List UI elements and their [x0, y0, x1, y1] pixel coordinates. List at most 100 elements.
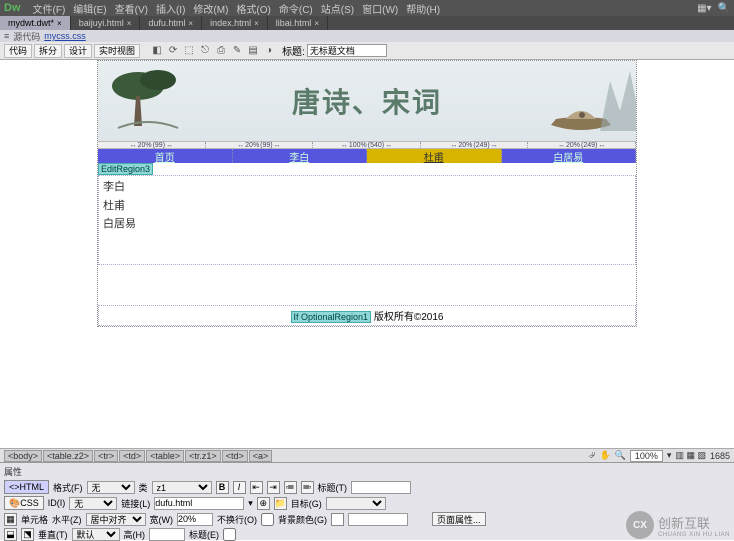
- horz-label: 水平(Z): [52, 513, 82, 526]
- editable-region-tag[interactable]: EditRegion3: [98, 163, 153, 175]
- horz-select[interactable]: 居中对齐: [86, 513, 146, 526]
- menu-help[interactable]: 帮助(H): [406, 1, 440, 16]
- nav-libai[interactable]: 李白: [233, 149, 368, 163]
- close-icon[interactable]: ×: [57, 19, 62, 28]
- header-cell-checkbox[interactable]: [223, 528, 236, 541]
- layout-icon[interactable]: ▦▾: [697, 3, 711, 14]
- mode-css-button[interactable]: 🎨 CSS: [4, 496, 44, 510]
- search-icon[interactable]: 🔍: [718, 3, 730, 14]
- menu-command[interactable]: 命令(C): [279, 1, 313, 16]
- tag-crumb[interactable]: <table>: [146, 450, 184, 462]
- cell-icon[interactable]: ▦: [4, 513, 17, 526]
- view-split-button[interactable]: 拆分: [34, 44, 62, 58]
- nav-home[interactable]: 首页: [98, 149, 233, 163]
- merge-icon[interactable]: ⬓: [4, 528, 17, 541]
- nav-dufu[interactable]: 杜甫: [367, 149, 502, 163]
- hand-tool-icon[interactable]: ✋: [599, 450, 610, 461]
- banner-title: 唐诗、宋词: [292, 81, 442, 121]
- format-select[interactable]: 无: [87, 481, 135, 494]
- menu-format[interactable]: 格式(O): [236, 1, 270, 16]
- nav-baijuyi[interactable]: 白居易: [502, 149, 637, 163]
- close-icon[interactable]: ×: [254, 19, 259, 28]
- bold-button[interactable]: B: [216, 481, 229, 494]
- link-label: 链接(L): [121, 497, 150, 510]
- view-code-button[interactable]: 代码: [4, 44, 32, 58]
- ruler-seg: ↔20% (99)↔: [98, 142, 206, 148]
- tag-crumb[interactable]: <tr.z1>: [185, 450, 221, 462]
- zoom-dropdown-icon[interactable]: ▾: [667, 450, 672, 461]
- tab-index[interactable]: index.html×: [202, 16, 268, 30]
- mode-html-button[interactable]: <> HTML: [4, 480, 49, 494]
- ol-button[interactable]: ≕: [301, 481, 314, 494]
- color-swatch[interactable]: [331, 513, 344, 526]
- tool-icon[interactable]: ⎋: [198, 44, 212, 58]
- link-input[interactable]: [154, 497, 244, 510]
- point-to-file-icon[interactable]: ⊕: [257, 497, 270, 510]
- tab-libai[interactable]: libai.html×: [268, 16, 328, 30]
- menu-edit[interactable]: 编辑(E): [73, 1, 106, 16]
- title-attr-input[interactable]: [351, 481, 411, 494]
- doc-title-label: 标题:: [282, 43, 305, 58]
- tab-baijuyi[interactable]: baijuyi.html×: [71, 16, 141, 30]
- tab-mydwt[interactable]: mydwt.dwt*×: [0, 16, 71, 30]
- optional-region-tag[interactable]: If OptionalRegion1: [291, 311, 372, 323]
- viewport-icon[interactable]: ▥ ▦ ▧: [675, 450, 706, 461]
- tool-icon[interactable]: ⎙: [214, 44, 228, 58]
- design-canvas[interactable]: 唐诗、宋词 ↔20% (99)↔ ↔20% (99)↔ ↔100% (540)↔…: [0, 60, 734, 430]
- browse-folder-icon[interactable]: 📁: [274, 497, 287, 510]
- css-file-link[interactable]: mycss.css: [44, 31, 86, 41]
- tag-crumb[interactable]: <td>: [222, 450, 248, 462]
- content-line: 李白: [103, 178, 631, 197]
- tool-icon[interactable]: ◑: [262, 44, 276, 58]
- ul-button[interactable]: ≔: [284, 481, 297, 494]
- tag-crumb[interactable]: <a>: [249, 450, 273, 462]
- height-input[interactable]: [149, 528, 185, 541]
- bgcolor-input[interactable]: [348, 513, 408, 526]
- tool-icon[interactable]: ⬚: [182, 44, 196, 58]
- tag-crumb[interactable]: <table.z2>: [43, 450, 93, 462]
- tool-icon[interactable]: ⟳: [166, 44, 180, 58]
- tag-crumb[interactable]: <body>: [4, 450, 42, 462]
- zoom-tool-icon[interactable]: 🔍: [615, 450, 626, 461]
- id-select[interactable]: 无: [69, 497, 117, 510]
- view-design-button[interactable]: 设计: [64, 44, 92, 58]
- target-select[interactable]: [326, 497, 386, 510]
- tag-selector-bar: <body> <table.z2> <tr> <td> <table> <tr.…: [0, 448, 734, 462]
- window-size: 1685: [710, 451, 730, 461]
- ruler-seg: ↔20% (99)↔: [206, 142, 314, 148]
- tag-crumb[interactable]: <td>: [119, 450, 145, 462]
- tag-crumb[interactable]: <tr>: [94, 450, 118, 462]
- outdent-button[interactable]: ⇤: [250, 481, 263, 494]
- editable-content[interactable]: 李白 杜甫 白居易: [98, 175, 636, 265]
- doc-title-input[interactable]: [307, 44, 387, 57]
- zoom-level[interactable]: 100%: [630, 450, 663, 462]
- tool-icon[interactable]: ◧: [150, 44, 164, 58]
- select-tool-icon[interactable]: ⮰: [588, 450, 595, 461]
- view-live-button[interactable]: 实时视图: [94, 44, 140, 58]
- content-line: 白居易: [103, 215, 631, 234]
- class-select[interactable]: z1: [152, 481, 212, 494]
- burger-icon[interactable]: ≡: [4, 31, 9, 41]
- vert-select[interactable]: 默认: [72, 528, 120, 541]
- page-properties-button[interactable]: 页面属性...: [432, 512, 486, 526]
- tab-dufu[interactable]: dufu.html×: [140, 16, 202, 30]
- menu-modify[interactable]: 修改(M): [193, 1, 228, 16]
- close-icon[interactable]: ×: [188, 19, 193, 28]
- tool-icon[interactable]: ✎: [230, 44, 244, 58]
- menu-insert[interactable]: 插入(I): [156, 1, 185, 16]
- split-icon[interactable]: ⬔: [21, 528, 34, 541]
- tool-icon[interactable]: ▤: [246, 44, 260, 58]
- menu-window[interactable]: 窗口(W): [362, 1, 398, 16]
- nowrap-checkbox[interactable]: [261, 513, 274, 526]
- cell-label: 单元格: [21, 513, 48, 526]
- menu-file[interactable]: 文件(F): [33, 1, 66, 16]
- indent-button[interactable]: ⇥: [267, 481, 280, 494]
- menu-view[interactable]: 查看(V): [115, 1, 148, 16]
- menu-site[interactable]: 站点(S): [321, 1, 354, 16]
- close-icon[interactable]: ×: [314, 19, 319, 28]
- source-label[interactable]: 源代码: [13, 30, 40, 43]
- link-dropdown-icon[interactable]: ▾: [248, 498, 253, 509]
- width-input[interactable]: [177, 513, 213, 526]
- close-icon[interactable]: ×: [127, 19, 132, 28]
- italic-button[interactable]: I: [233, 481, 246, 494]
